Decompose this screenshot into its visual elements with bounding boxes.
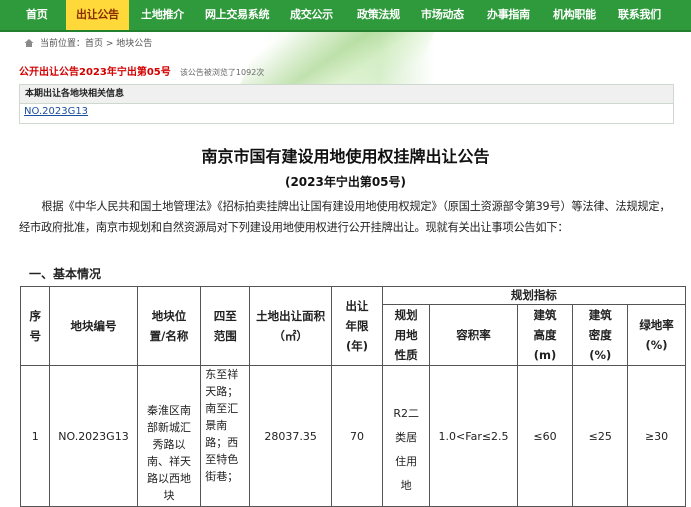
- cell-far: 1.0<Far≤2.5: [429, 365, 518, 507]
- header-density: 建筑密度(%): [572, 304, 629, 366]
- header-use: 规划用地性质: [381, 304, 431, 366]
- announcement-headline: 公开出让公告2023年宁出第05号 该公告被浏览了1092次: [19, 63, 264, 78]
- nav-item-home[interactable]: 首页: [26, 0, 48, 30]
- nav-item-online-trading[interactable]: 网上交易系统: [205, 0, 270, 30]
- section-heading: 一、基本情况: [29, 267, 102, 281]
- table-row: 1 NO.2023G13 秦淮区南部新城汇秀路以南、祥天路以西地块 东至祥天路；…: [19, 365, 686, 507]
- nav-item-market-news[interactable]: 市场动态: [421, 0, 464, 30]
- nav-item-land-promotion[interactable]: 土地推介: [141, 0, 184, 30]
- nav-item-announcements[interactable]: 出让公告: [66, 0, 129, 30]
- home-icon: [24, 39, 34, 47]
- nav-item-policies[interactable]: 政策法规: [357, 0, 400, 30]
- nav-item-contact[interactable]: 联系我们: [618, 0, 661, 30]
- cell-density: ≤25: [572, 365, 629, 507]
- header-code: 地块编号: [49, 286, 138, 366]
- header-height: 建筑高度(m): [516, 304, 574, 366]
- header-area: 土地出让面积（㎡）: [249, 286, 333, 366]
- cell-use: R2二类居住用地: [381, 365, 431, 507]
- headline-title: 公开出让公告2023年宁出第05号: [19, 67, 171, 78]
- parcel-link[interactable]: NO.2023G13: [24, 106, 88, 117]
- header-bounds: 四至范围: [200, 286, 251, 366]
- intro-paragraph: 根据《中华人民共和国土地管理法》《招标拍卖挂牌出让国有建设用地使用权规定》（原国…: [19, 200, 671, 234]
- header-green: 绿地率(%): [627, 304, 686, 366]
- header-planning-indicators: 规划指标: [381, 286, 687, 305]
- document-subtitle: (2023年宁出第05号): [284, 175, 407, 189]
- header-seq: 序号: [19, 286, 51, 366]
- cell-code: NO.2023G13: [49, 365, 138, 507]
- header-location: 地块位置/名称: [136, 286, 202, 366]
- cell-bounds: 东至祥天路；南至汇景南路；西至特色街巷；: [200, 365, 251, 507]
- nav-item-functions[interactable]: 机构职能: [553, 0, 596, 30]
- cell-term: 70: [331, 365, 383, 507]
- view-count: 该公告被浏览了1092次: [179, 68, 265, 77]
- document-title: 南京市国有建设用地使用权挂牌出让公告: [201, 147, 490, 166]
- cell-location: 秦淮区南部新城汇秀路以南、祥天路以西地块: [136, 365, 202, 507]
- nav-item-deal-publicity[interactable]: 成交公示: [290, 0, 333, 30]
- land-parcel-table: 序号 地块编号 地块位置/名称 四至范围 土地出让面积（㎡） 出让年限(年) 规…: [19, 286, 687, 507]
- top-nav: 首页 出让公告 土地推介 网上交易系统 成交公示 政策法规 市场动态 办事指南 …: [0, 0, 691, 32]
- nav-item-service-guide[interactable]: 办事指南: [487, 0, 530, 30]
- header-term: 出让年限(年): [331, 286, 383, 366]
- parcel-info-box: 本期出让各地块相关信息 NO.2023G13: [19, 84, 674, 124]
- cell-seq: 1: [19, 365, 51, 507]
- cell-area: 28037.35: [249, 365, 333, 507]
- cell-height: ≤60: [516, 365, 574, 507]
- parcel-info-header: 本期出让各地块相关信息: [20, 85, 673, 104]
- cell-green: ≥30: [627, 365, 686, 507]
- breadcrumb: 当前位置：首页 > 地块公告: [40, 39, 153, 49]
- header-far: 容积率: [429, 304, 518, 366]
